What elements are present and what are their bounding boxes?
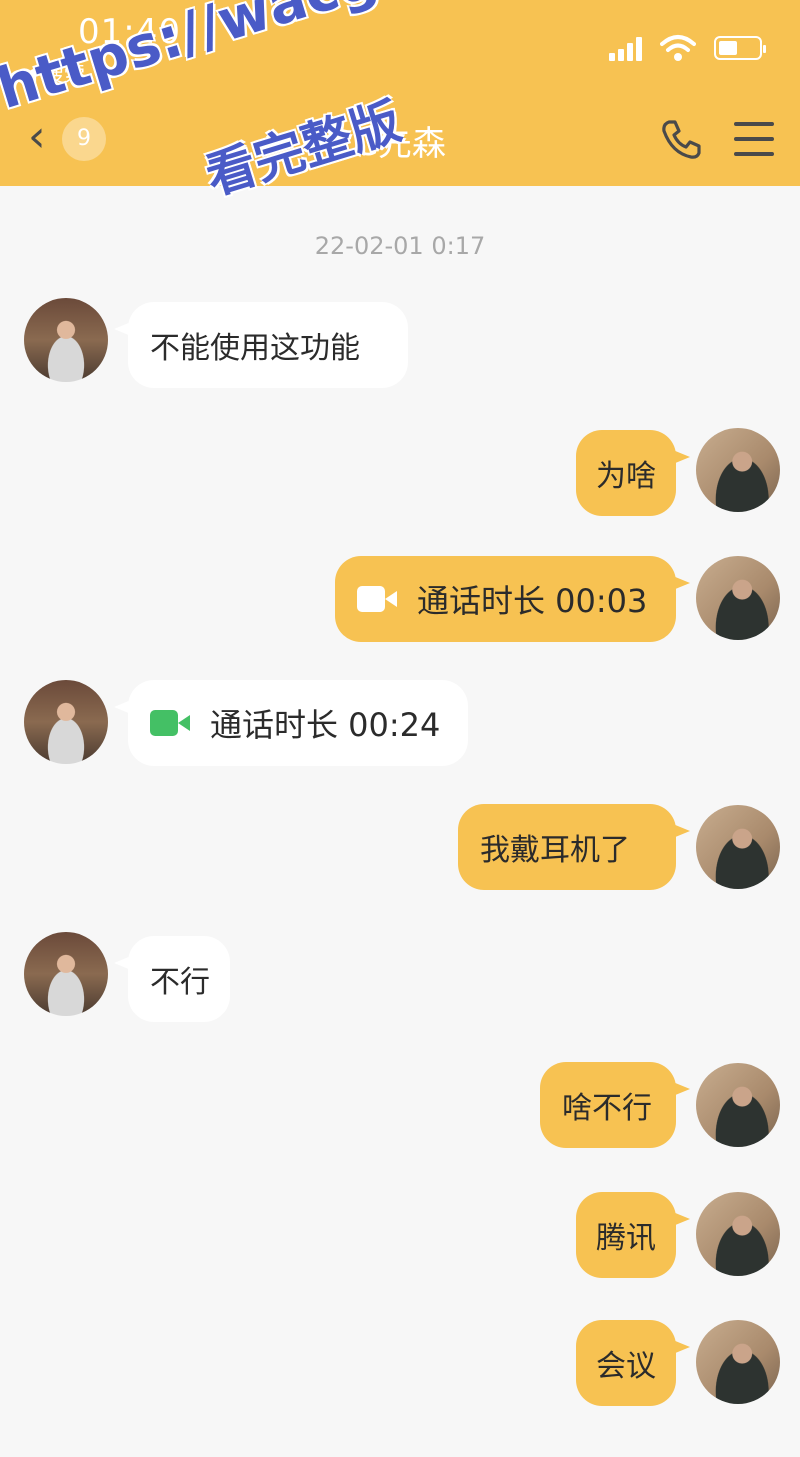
- message-text: 腾讯: [596, 1221, 656, 1256]
- message-text: 啥不行: [562, 1091, 652, 1126]
- chat-header: 01:40 ◀ 搜索 ‹ 9 C先森: [0, 0, 800, 186]
- my-avatar[interactable]: [696, 805, 780, 889]
- message-bubble[interactable]: 我戴耳机了: [458, 804, 690, 890]
- message-timestamp: 22-02-01 0:17: [314, 232, 486, 260]
- message-text: 为啥: [596, 459, 656, 494]
- signal-icon: [609, 35, 642, 61]
- message-bubble[interactable]: 会议: [576, 1320, 690, 1406]
- message-bubble[interactable]: 为啥: [576, 430, 690, 516]
- message-text: 我戴耳机了: [480, 833, 630, 868]
- video-call-icon: [357, 586, 397, 612]
- call-duration-text: 通话时长 00:03: [417, 582, 648, 620]
- message-text: 会议: [596, 1349, 656, 1384]
- my-avatar[interactable]: [696, 556, 780, 640]
- my-avatar[interactable]: [696, 1063, 780, 1147]
- call-record-bubble[interactable]: 通话时长 00:03: [335, 556, 690, 642]
- my-avatar[interactable]: [696, 1192, 780, 1276]
- my-avatar[interactable]: [696, 1320, 780, 1404]
- message-bubble[interactable]: 啥不行: [540, 1062, 690, 1148]
- my-avatar[interactable]: [696, 428, 780, 512]
- message-bubble[interactable]: 不能使用这功能: [114, 302, 408, 388]
- contact-avatar[interactable]: [24, 932, 108, 1016]
- status-time: 01:40: [78, 12, 181, 52]
- contact-avatar[interactable]: [24, 680, 108, 764]
- call-duration-text: 通话时长 00:24: [210, 706, 441, 744]
- wifi-icon: [660, 35, 696, 61]
- message-text: 不行: [150, 965, 210, 1000]
- battery-icon: [714, 36, 766, 60]
- status-icons: [609, 30, 766, 66]
- message-bubble[interactable]: 不行: [114, 936, 230, 1022]
- video-call-icon: [150, 710, 190, 736]
- phone-icon[interactable]: [660, 118, 702, 160]
- back-to-search-link[interactable]: ◀ 搜索: [20, 58, 85, 88]
- call-record-bubble[interactable]: 通话时长 00:24: [114, 680, 468, 766]
- menu-icon[interactable]: [734, 122, 774, 156]
- message-text: 不能使用这功能: [150, 331, 360, 366]
- message-bubble[interactable]: 腾讯: [576, 1192, 690, 1278]
- contact-avatar[interactable]: [24, 298, 108, 382]
